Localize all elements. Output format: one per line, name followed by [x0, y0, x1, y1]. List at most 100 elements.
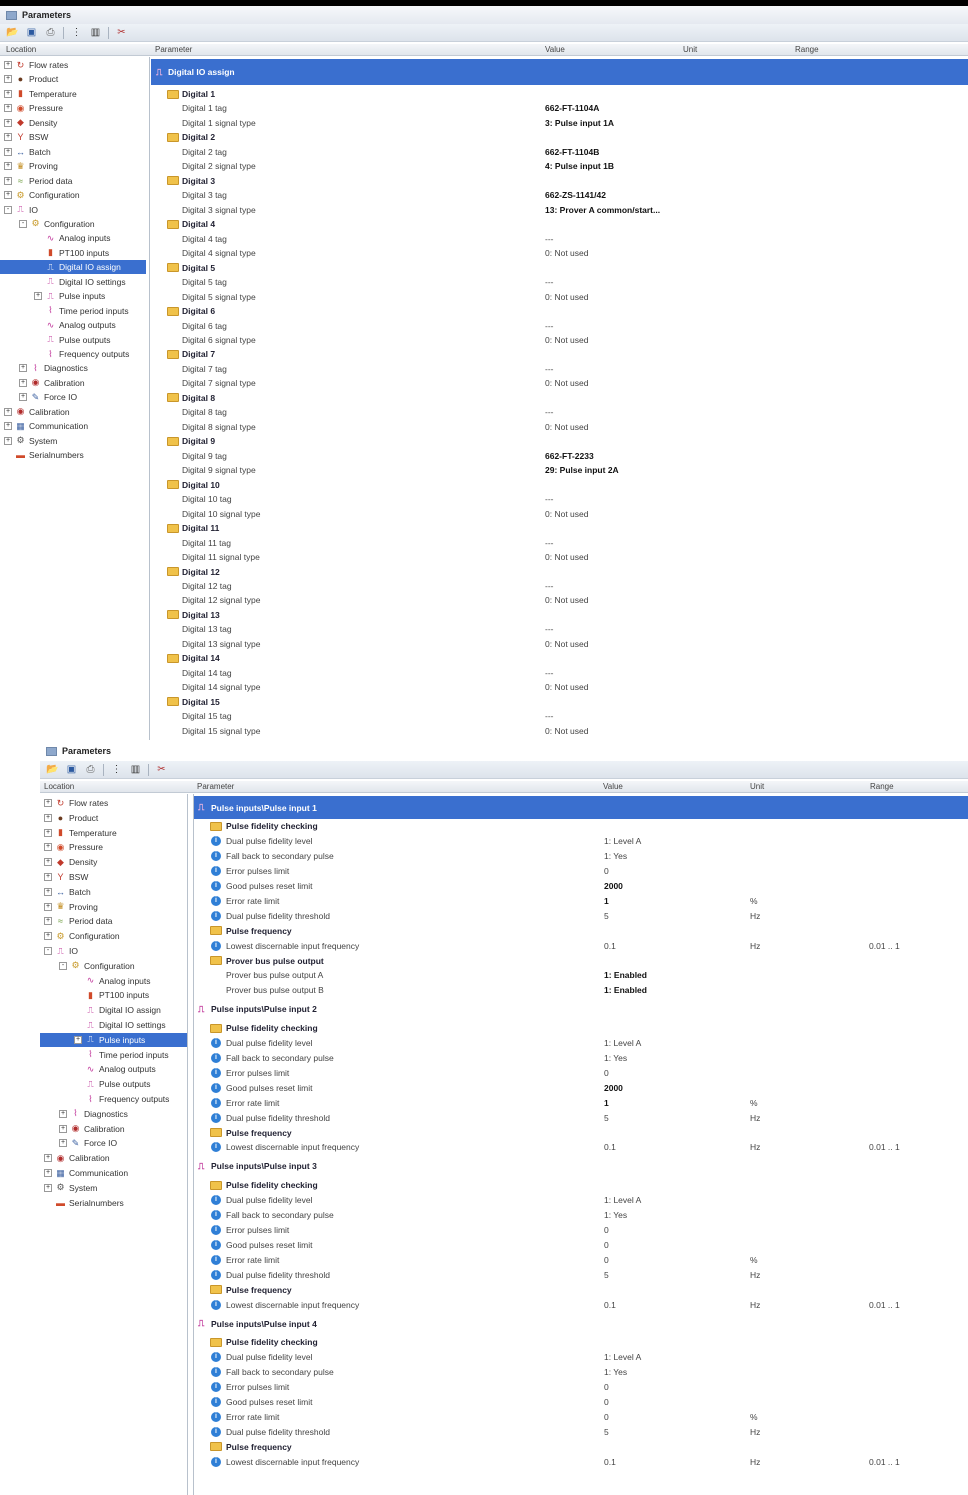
expand-icon[interactable]: +	[44, 902, 52, 911]
print-icon[interactable]: ⎙	[44, 27, 57, 39]
parameter-value[interactable]: 1: Yes	[604, 1053, 627, 1063]
parameter-value[interactable]: 1: Enabled	[604, 985, 647, 995]
filter-icon[interactable]: ✂	[155, 764, 168, 776]
tree-item-digital-io-assign[interactable]: ⎍ Digital IO assign	[0, 260, 146, 275]
expand-icon[interactable]: +	[4, 422, 12, 431]
tree-item-flow-rates[interactable]: + ↻ Flow rates	[40, 796, 187, 810]
header-range[interactable]: Range	[795, 45, 819, 54]
group-row[interactable]: Pulse fidelity checking	[194, 1335, 968, 1350]
item-row[interactable]: i Fall back to secondary pulse 1: Yes	[194, 1051, 968, 1066]
item-row[interactable]: i Lowest discernable input frequency 0.1 Hz…	[194, 938, 968, 953]
expand-icon[interactable]: +	[44, 1169, 52, 1177]
group-row[interactable]: Digital 4	[151, 217, 968, 231]
header-parameter[interactable]: Parameter	[197, 782, 234, 791]
tree-item-product[interactable]: + ● Product	[0, 72, 146, 86]
tree-item-pulse-outputs[interactable]: ⎍ Pulse outputs	[40, 1077, 187, 1091]
expand-icon[interactable]: +	[34, 292, 42, 301]
parameter-value[interactable]: 29: Pulse input 2A	[545, 465, 619, 475]
group-row[interactable]: Digital 1	[151, 87, 968, 101]
parameter-value[interactable]: ---	[545, 668, 554, 678]
item-row[interactable]: i Error pulses limit 0	[194, 864, 968, 879]
expand-icon[interactable]: +	[4, 162, 12, 171]
info-icon[interactable]: i	[211, 1411, 221, 1422]
parameter-value[interactable]: 0	[604, 1412, 609, 1422]
tree-icon[interactable]: ⋮	[110, 764, 123, 776]
parameter-value[interactable]: 1: Yes	[604, 1367, 627, 1377]
expand-icon[interactable]: +	[4, 147, 12, 156]
group-row[interactable]: Digital 5	[151, 261, 968, 275]
expand-icon[interactable]: +	[44, 1183, 52, 1192]
info-icon[interactable]: i	[211, 1382, 221, 1393]
info-icon[interactable]: i	[211, 940, 221, 951]
tree-item-serialnumbers[interactable]: ▬ Serialnumbers	[40, 1196, 187, 1210]
expand-icon[interactable]: +	[19, 378, 27, 387]
info-icon[interactable]: i	[211, 1142, 221, 1153]
parameter-row[interactable]: Digital 11 tag ---	[151, 536, 968, 550]
parameter-value[interactable]: 4: Pulse input 1B	[545, 161, 614, 171]
parameter-value[interactable]: 662-FT-1104B	[545, 147, 599, 157]
parameter-row[interactable]: Digital 8 signal type 0: Not used	[151, 420, 968, 434]
parameter-value[interactable]: ---	[545, 407, 554, 417]
tree-item-configuration[interactable]: + ⚙ Configuration	[40, 929, 187, 943]
info-icon[interactable]: i	[211, 1038, 221, 1049]
tree-item-proving[interactable]: + ♛ Proving	[40, 900, 187, 914]
parameter-value[interactable]: 1: Level A	[604, 1038, 641, 1048]
expand-icon[interactable]: +	[44, 917, 52, 926]
columns-icon[interactable]: ▥	[129, 764, 142, 776]
open-icon[interactable]: 📂	[6, 27, 19, 39]
tree-item-pressure[interactable]: + ◉ Pressure	[40, 840, 187, 854]
group-row[interactable]: Pulse fidelity checking	[194, 1178, 968, 1193]
collapse-icon[interactable]: -	[4, 205, 12, 214]
tree-item-density[interactable]: + ◆ Density	[0, 116, 146, 130]
parameter-value[interactable]: 0.1	[604, 1142, 616, 1152]
parameter-row[interactable]: Digital 9 signal type 29: Pulse input 2A	[151, 463, 968, 477]
group-row[interactable]: Pulse frequency	[194, 923, 968, 938]
tree-item-frequency-outputs[interactable]: ⌇ Frequency outputs	[0, 347, 146, 361]
parameter-row[interactable]: Digital 1 tag 662-FT-1104A	[151, 101, 968, 115]
expand-icon[interactable]: +	[4, 89, 12, 98]
parameter-row[interactable]: Digital 7 signal type 0: Not used	[151, 376, 968, 390]
parameter-value[interactable]: ---	[545, 321, 554, 331]
info-icon[interactable]: i	[211, 1225, 221, 1236]
expand-icon[interactable]: +	[59, 1124, 67, 1133]
parameter-row[interactable]: Digital 1 signal type 3: Pulse input 1A	[151, 116, 968, 130]
tree-item-pulse-inputs[interactable]: + ⎍ Pulse inputs	[40, 1032, 187, 1047]
info-icon[interactable]: i	[211, 836, 221, 847]
parameter-value[interactable]: ---	[545, 234, 554, 244]
info-icon[interactable]: i	[211, 1299, 221, 1310]
expand-icon[interactable]: +	[44, 1154, 52, 1163]
tree-item-pt100-inputs[interactable]: ▮ PT100 inputs	[40, 988, 187, 1002]
tree-item-frequency-outputs[interactable]: ⌇ Frequency outputs	[40, 1092, 187, 1106]
plain-row[interactable]: Prover bus pulse output B 1: Enabled	[194, 983, 968, 998]
parameter-value[interactable]: ---	[545, 581, 554, 591]
section-row[interactable]: ⎍ Pulse inputs\Pulse input 3	[194, 1155, 968, 1178]
info-icon[interactable]: i	[211, 1397, 221, 1408]
item-row[interactable]: i Fall back to secondary pulse 1: Yes	[194, 1208, 968, 1223]
expand-icon[interactable]: +	[44, 828, 52, 837]
parameter-value[interactable]: 0: Not used	[545, 639, 588, 649]
parameter-value[interactable]: 5	[604, 1427, 609, 1437]
expand-icon[interactable]: +	[44, 932, 52, 941]
tree-item-communication[interactable]: + ▦ Communication	[0, 419, 146, 433]
info-icon[interactable]: i	[211, 1426, 221, 1437]
tree-item-period-data[interactable]: + ≈ Period data	[40, 914, 187, 928]
parameter-value[interactable]: 0.1	[604, 1457, 616, 1467]
parameter-value[interactable]: 5	[604, 1270, 609, 1280]
parameter-value[interactable]: 0	[604, 1382, 609, 1392]
group-row[interactable]: Digital 7	[151, 347, 968, 361]
expand-icon[interactable]: +	[4, 61, 12, 69]
expand-icon[interactable]: +	[74, 1035, 82, 1044]
tree-item-time-period-inputs[interactable]: ⌇ Time period inputs	[40, 1048, 187, 1062]
group-row[interactable]: Digital 15	[151, 695, 968, 709]
tree-item-analog-inputs[interactable]: ∿ Analog inputs	[0, 231, 146, 245]
item-row[interactable]: i Good pulses reset limit 2000	[194, 879, 968, 894]
parameter-row[interactable]: Digital 6 tag ---	[151, 319, 968, 333]
expand-icon[interactable]: +	[44, 873, 52, 881]
expand-icon[interactable]: +	[44, 887, 52, 896]
collapse-icon[interactable]: -	[44, 947, 52, 955]
info-icon[interactable]: i	[211, 1367, 221, 1378]
item-row[interactable]: i Error rate limit 1%	[194, 894, 968, 909]
parameter-value[interactable]: 0	[604, 1068, 609, 1078]
item-row[interactable]: i Error rate limit 0%	[194, 1252, 968, 1267]
parameter-value[interactable]: 0: Not used	[545, 552, 588, 562]
